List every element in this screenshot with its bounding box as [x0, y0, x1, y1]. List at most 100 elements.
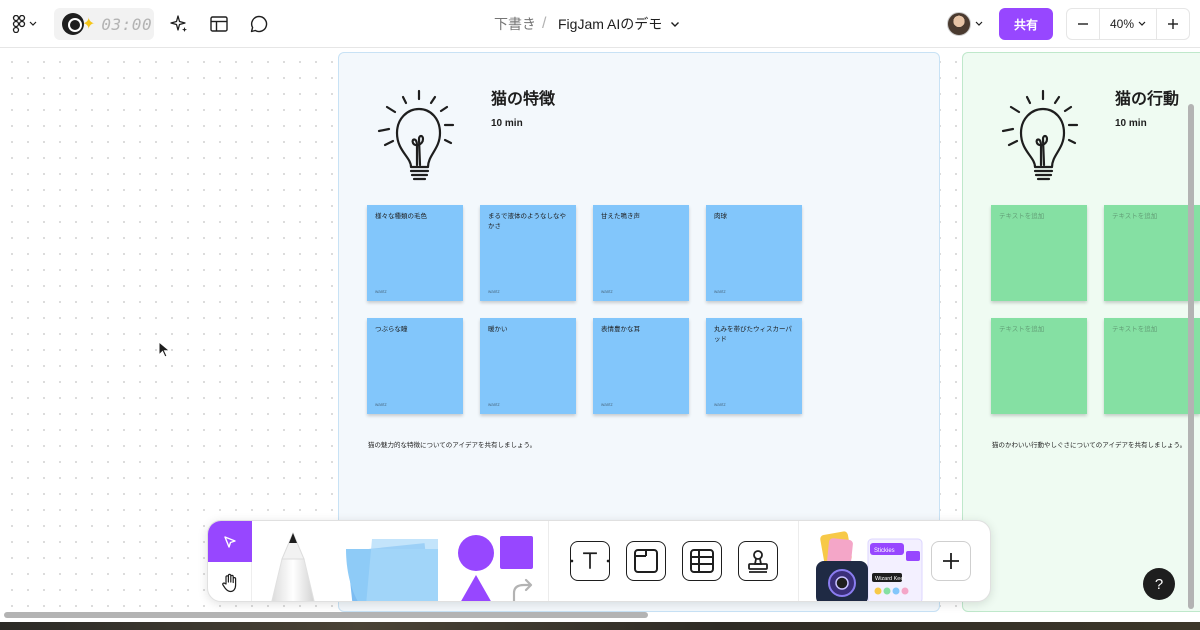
sticky-note-text: 様々な種類の毛色 — [375, 213, 427, 220]
sticky-note[interactable]: テキストを追加 — [991, 205, 1087, 301]
hand-tool-button[interactable] — [208, 562, 252, 601]
sticky-note-text: 丸みを帯びたウィスカーパッド — [714, 326, 792, 343]
section-duration: 10 min — [491, 118, 523, 129]
triangle-shape-icon — [461, 575, 491, 601]
section-cat-behavior[interactable]: 猫の行動 10 min テキストを追加 テキストを追加 テキストを追加 テキスト… — [962, 52, 1200, 612]
sticky-note[interactable]: 肉球 wantz — [706, 205, 802, 301]
sticky-note-author: wantz — [375, 402, 387, 407]
mode-switcher — [208, 521, 252, 601]
sticky-note[interactable]: テキストを追加 — [1104, 205, 1200, 301]
sticky-note-author: wantz — [488, 289, 500, 294]
vertical-scrollbar[interactable] — [1188, 104, 1194, 609]
select-tool-button[interactable] — [208, 521, 252, 562]
chevron-down-icon — [671, 21, 679, 27]
sticky-note-placeholder: テキストを追加 — [1112, 213, 1158, 220]
connector-arrow-icon — [512, 578, 533, 601]
timer-clock-icon — [62, 13, 84, 35]
file-menu-chevron[interactable] — [670, 12, 680, 36]
breadcrumb-separator: / — [542, 15, 547, 32]
mouse-cursor-icon — [158, 341, 171, 358]
chevron-down-icon — [975, 21, 983, 26]
shapes-tool[interactable] — [456, 533, 536, 602]
table-icon — [690, 549, 714, 573]
sticky-note[interactable]: 様々な種類の毛色 wantz — [367, 205, 463, 301]
zoom-level-dropdown[interactable]: 40% — [1099, 9, 1157, 39]
marker-icon[interactable] — [260, 529, 326, 602]
main-menu-button[interactable] — [6, 10, 42, 38]
section-description: 猫の魅力的な特徴についてのアイデアを共有しましょう。 — [368, 442, 537, 449]
zoom-level: 40% — [1109, 17, 1135, 31]
figma-logo-icon — [12, 15, 25, 33]
section-icon — [634, 549, 658, 573]
section-tool-button[interactable] — [626, 541, 666, 581]
circle-shape-icon — [458, 535, 494, 571]
plus-icon — [943, 553, 959, 569]
zoom-out-button[interactable] — [1067, 9, 1099, 39]
sticky-note-text: まるで液体のようなしなやかさ — [488, 213, 566, 230]
sticky-note[interactable]: まるで液体のようなしなやかさ wantz — [480, 205, 576, 301]
bottom-edge — [0, 622, 1200, 630]
sticky-note-text: 暖かい — [488, 326, 508, 333]
chevron-down-icon — [29, 21, 36, 26]
sticky-note-text: つぶらな瞳 — [375, 326, 408, 333]
minus-icon — [1078, 23, 1088, 25]
sticky-note[interactable]: テキストを追加 — [991, 318, 1087, 414]
comment-button[interactable] — [243, 8, 275, 40]
sticky-note-placeholder: テキストを追加 — [999, 326, 1045, 333]
stamp-icon — [748, 550, 768, 573]
ai-button[interactable] — [163, 8, 195, 40]
widget-label-stickies: Stickies — [874, 548, 895, 554]
square-shape-icon — [500, 536, 533, 569]
hand-icon — [222, 573, 237, 592]
sticky-note[interactable]: つぶらな瞳 wantz — [367, 318, 463, 414]
sticky-note-icon[interactable] — [332, 533, 442, 602]
toolbar-divider — [798, 521, 799, 601]
widget-label-wizard: Wizard Keel — [875, 576, 905, 582]
help-button[interactable]: ? — [1143, 568, 1175, 600]
widget-icon[interactable]: Stickies Wizard Keel — [812, 529, 924, 602]
text-icon — [571, 552, 609, 569]
sticky-note-author: wantz — [488, 402, 500, 407]
sparkle-icon: ✦ — [82, 16, 96, 33]
section-title: 猫の特徴 — [491, 91, 556, 108]
templates-button[interactable] — [203, 8, 235, 40]
section-title: 猫の行動 — [1115, 91, 1180, 108]
file-name[interactable]: FigJam AIのデモ — [558, 12, 662, 36]
cursor-icon — [224, 535, 236, 548]
creation-toolbar: Stickies Wizard Keel — [207, 520, 991, 602]
sticky-note[interactable]: 甘えた鳴き声 wantz — [593, 205, 689, 301]
horizontal-scrollbar[interactable] — [4, 612, 648, 618]
sticky-note[interactable]: テキストを追加 — [1104, 318, 1200, 414]
zoom-in-button[interactable] — [1157, 9, 1189, 39]
breadcrumb-drafts[interactable]: 下書き — [494, 12, 536, 36]
sticky-note-placeholder: テキストを追加 — [999, 213, 1045, 220]
zoom-controls: 40% — [1066, 8, 1190, 40]
share-button[interactable]: 共有 — [999, 8, 1053, 40]
sticky-note[interactable]: 丸みを帯びたウィスカーパッド wantz — [706, 318, 802, 414]
lightbulb-icon — [377, 89, 455, 181]
plus-icon — [1168, 19, 1178, 29]
toolbar-divider — [548, 521, 549, 601]
layout-icon — [210, 16, 228, 32]
sticky-note-text: 甘えた鳴き声 — [601, 213, 640, 220]
sticky-note[interactable]: 暖かい wantz — [480, 318, 576, 414]
sticky-note-author: wantz — [714, 289, 726, 294]
stamp-tool-button[interactable] — [738, 541, 778, 581]
sticky-note-author: wantz — [601, 289, 613, 294]
section-duration: 10 min — [1115, 118, 1147, 129]
top-bar: ✦ 03:00 下書き / FigJam AIのデモ 共有 40% — [0, 0, 1200, 48]
sticky-note-text: 表情豊かな耳 — [601, 326, 640, 333]
text-tool-button[interactable] — [570, 541, 610, 581]
ai-sparkle-icon — [170, 15, 187, 32]
lightbulb-icon — [1001, 89, 1079, 181]
table-tool-button[interactable] — [682, 541, 722, 581]
sticky-note-author: wantz — [375, 289, 387, 294]
sticky-note-placeholder: テキストを追加 — [1112, 326, 1158, 333]
multiplayer-avatar-button[interactable] — [940, 8, 990, 40]
timer-value: 03:00 — [101, 14, 153, 34]
chevron-down-icon — [1138, 21, 1146, 26]
sticky-note[interactable]: 表情豊かな耳 wantz — [593, 318, 689, 414]
comment-icon — [250, 15, 268, 33]
more-tools-button[interactable] — [931, 541, 971, 581]
timer[interactable]: ✦ 03:00 — [54, 8, 154, 40]
